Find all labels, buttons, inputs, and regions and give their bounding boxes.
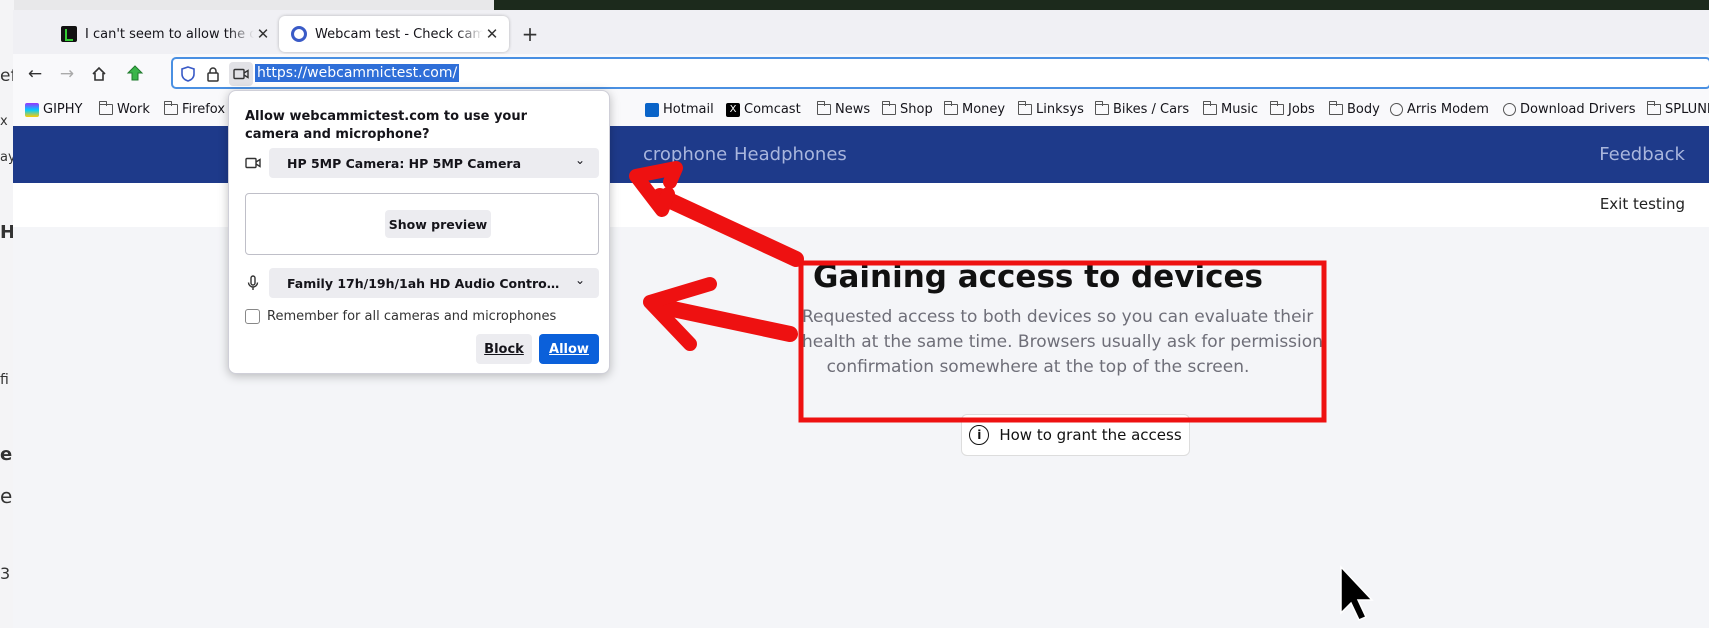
back-arrow-icon[interactable]: ← [21, 60, 49, 88]
navigation-toolbar: ← → https://webcammictest.com/ [13, 54, 1709, 94]
folder-icon [163, 101, 178, 115]
exit-testing-link[interactable]: Exit testing [1600, 195, 1685, 213]
tab-active[interactable]: Webcam test - Check camera ✕ [279, 16, 509, 52]
bookmark-music[interactable]: Music [1202, 101, 1258, 117]
bookmark-news[interactable]: News [816, 101, 870, 117]
access-info-card: Gaining access to devices Requested acce… [802, 251, 1323, 401]
terminal-favicon-icon [61, 26, 77, 42]
background-text-fragment: 3 [0, 564, 11, 583]
background-text-fragment: x [0, 114, 8, 129]
permission-question: Allow webcammictest.com to use your came… [245, 109, 528, 142]
show-preview-button[interactable]: Show preview [385, 210, 491, 238]
folder-icon [1269, 101, 1284, 115]
bookmark-linksys[interactable]: Linksys [1017, 101, 1084, 117]
folder-icon [881, 101, 896, 115]
giphy-icon [25, 102, 39, 117]
microphone-select[interactable]: Family 17h/19h/1ah HD Audio Controller A… [269, 268, 599, 298]
bookmark-hotmail[interactable]: Hotmail [645, 102, 714, 117]
bookmark-work[interactable]: Work [98, 101, 150, 117]
outlook-icon [645, 102, 659, 117]
home-icon[interactable] [85, 60, 113, 88]
folder-icon [1202, 101, 1217, 115]
allow-button[interactable]: Allow [539, 334, 599, 364]
background-window-edge: ef x ay He fi e er 3 [0, 0, 14, 628]
bookmark-comcast[interactable]: X Comcast [726, 102, 801, 117]
tab-title: I can't seem to allow the camera [85, 26, 254, 42]
background-text-fragment: er [0, 484, 14, 508]
background-text-fragment: fi [0, 372, 9, 388]
bookmark-bikes-cars[interactable]: Bikes / Cars [1094, 101, 1189, 117]
close-icon[interactable]: ✕ [483, 25, 501, 43]
folder-icon [1094, 101, 1109, 115]
folder-icon [1017, 101, 1032, 115]
info-icon: i [969, 425, 990, 445]
url-text[interactable]: https://webcammictest.com/ [255, 64, 460, 82]
camera-permission-icon[interactable] [229, 62, 253, 86]
permission-popup: Allow webcammictest.com to use your came… [228, 90, 610, 374]
forward-arrow-icon[interactable]: → [53, 60, 81, 88]
tab-title: Webcam test - Check camera [315, 26, 483, 42]
globe-icon [1390, 103, 1403, 116]
block-button[interactable]: Block [476, 334, 532, 364]
bookmark-arris-modem[interactable]: Arris Modem [1390, 102, 1489, 117]
nav-link-headphones[interactable]: Headphones [734, 144, 847, 165]
folder-icon [1646, 101, 1661, 115]
folder-icon [943, 101, 958, 115]
chevron-down-icon: ⌄ [574, 273, 585, 287]
camera-icon [245, 157, 261, 169]
bookmark-firefox[interactable]: Firefox [163, 101, 225, 117]
chevron-down-icon: ⌄ [574, 153, 585, 167]
globe-icon [1503, 103, 1516, 116]
folder-icon [816, 101, 831, 115]
nav-link-feedback[interactable]: Feedback [1599, 144, 1685, 165]
background-desktop-strip [494, 0, 1709, 10]
tab-strip: I can't seem to allow the camera ✕ Webca… [13, 10, 1709, 54]
shield-icon[interactable] [179, 65, 197, 83]
lock-icon[interactable] [204, 65, 222, 83]
bookmark-money[interactable]: Money [943, 101, 1005, 117]
bookmark-body[interactable]: Body [1328, 101, 1380, 117]
folder-icon [1328, 101, 1343, 115]
background-window-strip [0, 0, 494, 10]
webcam-test-favicon-icon [291, 26, 307, 42]
bookmark-splunk[interactable]: SPLUNK [1646, 101, 1709, 117]
extension-green-arrow-icon[interactable] [121, 60, 149, 88]
card-description: Requested access to both devices so you … [802, 307, 1323, 377]
background-text-fragment: He [0, 222, 14, 243]
microphone-icon [247, 275, 259, 290]
x-icon: X [726, 102, 740, 117]
background-text-fragment: ef [0, 66, 14, 86]
new-tab-plus-icon[interactable]: + [518, 24, 542, 44]
background-text-fragment: e [0, 444, 13, 465]
card-title: Gaining access to devices [813, 259, 1263, 295]
bookmark-download-drivers[interactable]: Download Drivers [1503, 102, 1636, 117]
remember-label: Remember for all cameras and microphones [267, 309, 557, 324]
tab-inactive[interactable]: I can't seem to allow the camera ✕ [49, 16, 280, 52]
url-bar[interactable]: https://webcammictest.com/ [171, 57, 1709, 89]
grant-button-label: How to grant the access [999, 426, 1182, 444]
how-to-grant-button[interactable]: i How to grant the access [961, 414, 1190, 456]
background-text-fragment: ay [0, 150, 14, 165]
remember-checkbox-row[interactable]: Remember for all cameras and microphones [245, 309, 556, 324]
bookmark-giphy[interactable]: GIPHY [25, 102, 82, 117]
nav-link-microphone[interactable]: crophone [643, 144, 727, 165]
bookmark-jobs[interactable]: Jobs [1269, 101, 1315, 117]
folder-icon [98, 101, 113, 115]
browser-window: I can't seem to allow the camera ✕ Webca… [13, 10, 1709, 628]
bookmark-shop[interactable]: Shop [881, 101, 933, 117]
camera-preview-area: Show preview [245, 193, 599, 255]
close-icon[interactable]: ✕ [254, 25, 272, 43]
remember-checkbox[interactable] [245, 309, 260, 324]
camera-select[interactable]: HP 5MP Camera: HP 5MP Camera ⌄ [269, 148, 599, 178]
